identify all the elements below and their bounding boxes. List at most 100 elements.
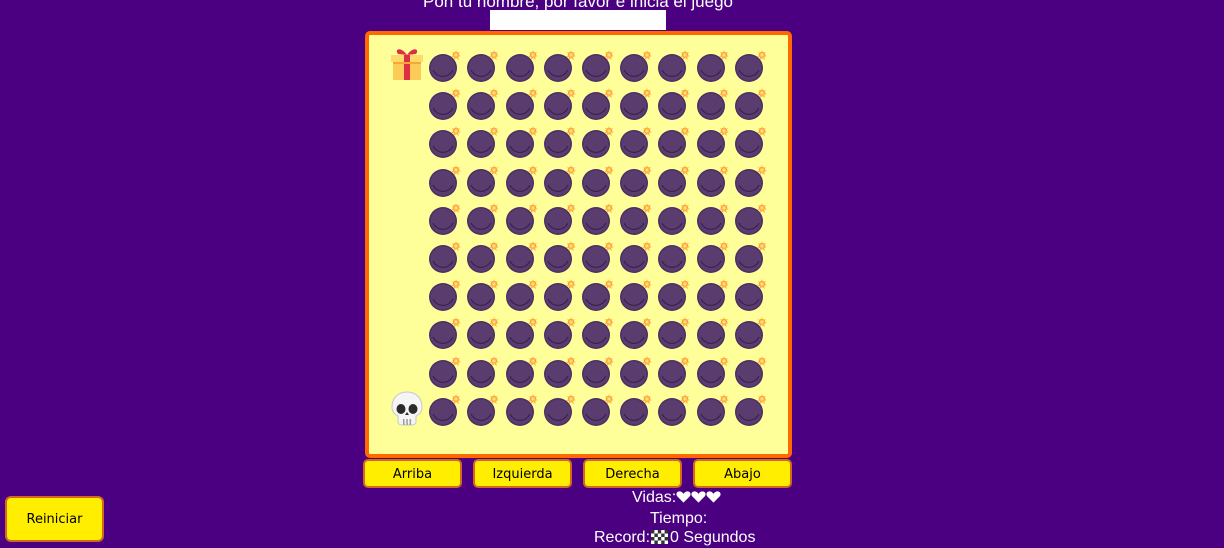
bomb-icon (696, 355, 729, 388)
bomb-icon (696, 202, 729, 235)
left-button[interactable]: Izquierda (473, 459, 572, 488)
bomb-icon (429, 355, 462, 388)
bomb-icon (543, 126, 576, 159)
bomb-icon (734, 50, 767, 82)
time-label: Tiempo: (650, 510, 708, 527)
board-cell (693, 313, 731, 351)
board-cell (731, 46, 769, 84)
bomb-icon (734, 126, 767, 159)
board-cell (387, 161, 425, 199)
board-cell (654, 352, 692, 390)
time-display: Tiempo: (650, 509, 730, 529)
board-cell (425, 313, 463, 351)
right-button[interactable]: Derecha (583, 459, 682, 488)
board-cell (387, 237, 425, 275)
board-cell (654, 313, 692, 351)
board-cell (387, 46, 425, 84)
bomb-icon (734, 164, 767, 197)
bomb-icon (620, 164, 653, 197)
bomb-icon (658, 164, 691, 197)
board-cell (387, 122, 425, 160)
board-cell (463, 84, 501, 122)
board-cell (540, 199, 578, 237)
record-value: 0 Segundos (670, 529, 756, 546)
board-cell (654, 84, 692, 122)
player-name-input[interactable] (490, 10, 666, 30)
bomb-icon (658, 317, 691, 350)
bomb-icon (467, 202, 500, 235)
bomb-icon (696, 126, 729, 159)
board-cell (654, 275, 692, 313)
board-cell (654, 237, 692, 275)
bomb-icon (581, 202, 614, 235)
skull-icon (389, 390, 425, 426)
bomb-icon (429, 88, 462, 121)
bomb-icon (620, 126, 653, 159)
board-cell (578, 352, 616, 390)
bomb-icon (505, 202, 538, 235)
bomb-icon (696, 164, 729, 197)
board-cell (654, 390, 692, 428)
bomb-icon (620, 202, 653, 235)
bomb-icon (581, 355, 614, 388)
board-cell (540, 46, 578, 84)
board-cell (425, 352, 463, 390)
bomb-icon (696, 88, 729, 121)
board-cell (731, 237, 769, 275)
bomb-icon (620, 393, 653, 426)
board-cell (693, 275, 731, 313)
board-cell (540, 122, 578, 160)
board-cell (502, 237, 540, 275)
bomb-icon (696, 393, 729, 426)
board-cell (654, 122, 692, 160)
board-cell (502, 122, 540, 160)
checkered-flag-icon (651, 530, 669, 544)
board-cell (731, 352, 769, 390)
board-cell (616, 237, 654, 275)
board-cell (387, 313, 425, 351)
board-cell (731, 275, 769, 313)
bomb-icon (467, 279, 500, 312)
bomb-icon (543, 240, 576, 273)
bomb-icon (429, 50, 462, 82)
bomb-icon (543, 202, 576, 235)
bomb-icon (429, 317, 462, 350)
bomb-icon (658, 50, 691, 82)
bomb-icon (620, 88, 653, 121)
board-cell (425, 237, 463, 275)
bomb-icon (620, 355, 653, 388)
bomb-icon (581, 240, 614, 273)
bomb-icon (696, 240, 729, 273)
down-button[interactable]: Abajo (693, 459, 792, 488)
board-cell (425, 161, 463, 199)
bomb-icon (581, 393, 614, 426)
board-cell (616, 390, 654, 428)
board-cell (731, 84, 769, 122)
board-cell (463, 390, 501, 428)
bomb-icon (429, 126, 462, 159)
bomb-icon (505, 317, 538, 350)
bomb-icon (658, 279, 691, 312)
board-cell (387, 352, 425, 390)
heart-icon (706, 491, 721, 503)
bomb-icon (467, 355, 500, 388)
bomb-icon (429, 393, 462, 426)
board-cell (502, 352, 540, 390)
board-cell (502, 161, 540, 199)
bomb-icon (620, 279, 653, 312)
up-button[interactable]: Arriba (363, 459, 462, 488)
board-cell (463, 237, 501, 275)
bomb-icon (429, 240, 462, 273)
board-cell (731, 390, 769, 428)
board-cell (463, 46, 501, 84)
reset-button[interactable]: Reiniciar (5, 496, 104, 542)
record-label: Record: (594, 529, 651, 546)
board-cell (540, 390, 578, 428)
bomb-icon (429, 164, 462, 197)
board-cell (425, 390, 463, 428)
board-cell (616, 199, 654, 237)
board-cell (502, 199, 540, 237)
board-cell (387, 199, 425, 237)
board-cell (463, 313, 501, 351)
board-cell (578, 390, 616, 428)
